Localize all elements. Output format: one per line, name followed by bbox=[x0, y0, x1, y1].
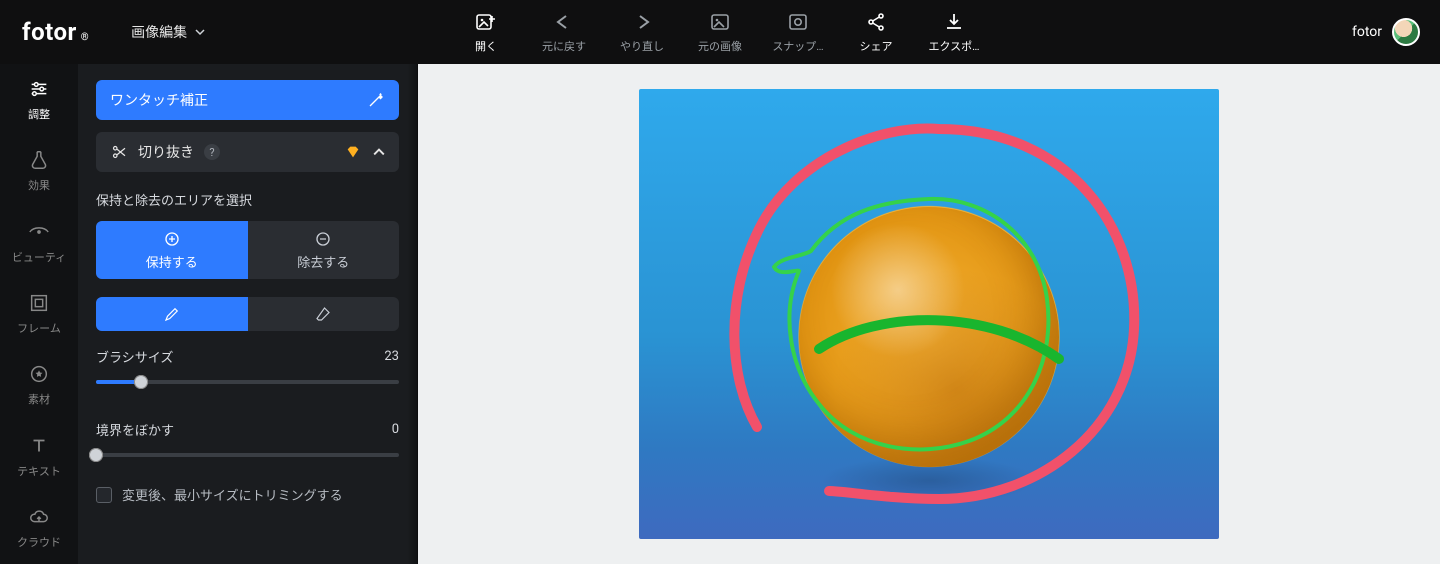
canvas-area[interactable] bbox=[418, 64, 1440, 564]
slider-thumb[interactable] bbox=[134, 375, 148, 389]
minus-circle-icon bbox=[314, 230, 332, 248]
original-image-icon bbox=[708, 10, 732, 34]
undo-icon bbox=[552, 10, 576, 34]
scissors-icon bbox=[110, 143, 128, 161]
chevron-up-icon bbox=[373, 146, 385, 158]
plus-circle-icon bbox=[163, 230, 181, 248]
original-label: 元の画像 bbox=[698, 38, 742, 54]
sliders-icon bbox=[28, 78, 50, 100]
adjust-panel: ワンタッチ補正 切り抜き ? 保持と除去のエリアを bbox=[78, 64, 418, 564]
mode-label: 画像編集 bbox=[131, 22, 187, 42]
redo-label: やり直し bbox=[620, 38, 664, 54]
cutout-label: 切り抜き bbox=[138, 142, 194, 162]
redo-icon bbox=[630, 10, 654, 34]
snapshot-label: スナップ… bbox=[772, 38, 823, 54]
brand-mark: ® bbox=[81, 32, 89, 43]
chevron-down-icon bbox=[195, 27, 205, 37]
rail-sticker[interactable]: 素材 bbox=[0, 350, 78, 421]
keep-label: 保持する bbox=[146, 252, 198, 271]
user-menu[interactable]: fotor bbox=[1352, 18, 1420, 46]
blur-label: 境界をぼかす bbox=[96, 420, 174, 439]
rail-cloud[interactable]: クラウド bbox=[0, 493, 78, 564]
avatar bbox=[1392, 18, 1420, 46]
top-tools: 開く 元に戻す やり直し 元の画像 スナップ… bbox=[456, 10, 984, 54]
star-badge-icon bbox=[28, 363, 50, 385]
brush-eraser-toggle bbox=[96, 297, 399, 331]
rail-effect-label: 効果 bbox=[28, 177, 50, 193]
help-icon[interactable]: ? bbox=[204, 144, 220, 160]
pencil-icon bbox=[163, 305, 181, 323]
brushsize-value: 23 bbox=[384, 349, 399, 364]
image-plus-icon bbox=[474, 10, 498, 34]
share-button[interactable]: シェア bbox=[846, 10, 906, 54]
cutout-section-header[interactable]: 切り抜き ? bbox=[96, 132, 399, 172]
export-button[interactable]: エクスポ… bbox=[924, 10, 984, 54]
open-button[interactable]: 開く bbox=[456, 10, 516, 54]
remove-button[interactable]: 除去する bbox=[248, 221, 400, 279]
brush-button[interactable] bbox=[96, 297, 248, 331]
download-icon bbox=[942, 10, 966, 34]
original-button[interactable]: 元の画像 bbox=[690, 10, 750, 54]
mode-selector[interactable]: 画像編集 bbox=[131, 22, 205, 42]
blur-value: 0 bbox=[392, 422, 399, 437]
undo-button[interactable]: 元に戻す bbox=[534, 10, 594, 54]
blur-slider[interactable] bbox=[96, 445, 399, 465]
slider-thumb[interactable] bbox=[89, 448, 103, 462]
share-label: シェア bbox=[860, 38, 893, 54]
brushsize-slider[interactable] bbox=[96, 372, 399, 392]
rail-cloud-label: クラウド bbox=[17, 534, 61, 550]
eraser-icon bbox=[314, 305, 332, 323]
magic-wand-icon bbox=[367, 91, 385, 109]
cloud-upload-icon bbox=[28, 506, 50, 528]
export-label: エクスポ… bbox=[928, 38, 979, 54]
brushsize-label: ブラシサイズ bbox=[96, 347, 173, 366]
rail-sticker-label: 素材 bbox=[28, 391, 50, 407]
rail-frame-label: フレーム bbox=[17, 320, 61, 336]
canvas-image[interactable] bbox=[639, 89, 1219, 539]
text-icon bbox=[28, 435, 50, 457]
brand-name: fotor bbox=[22, 18, 77, 46]
canvas-annotations bbox=[639, 89, 1219, 539]
left-rail: 調整 効果 ビューティ フレーム 素材 bbox=[0, 64, 78, 564]
rail-effect[interactable]: 効果 bbox=[0, 135, 78, 206]
onetouch-button[interactable]: ワンタッチ補正 bbox=[96, 80, 399, 120]
keep-remove-toggle: 保持する 除去する bbox=[96, 221, 399, 279]
section-title: 保持と除去のエリアを選択 bbox=[96, 190, 399, 209]
snapshot-button[interactable]: スナップ… bbox=[768, 10, 828, 54]
premium-diamond-icon bbox=[345, 144, 361, 160]
undo-label: 元に戻す bbox=[542, 38, 586, 54]
open-label: 開く bbox=[475, 38, 497, 54]
rail-beauty[interactable]: ビューティ bbox=[0, 207, 78, 278]
rail-text[interactable]: テキスト bbox=[0, 421, 78, 492]
brand-logo[interactable]: fotor ® bbox=[22, 18, 89, 46]
trim-checkbox-label: 変更後、最小サイズにトリミングする bbox=[122, 485, 343, 504]
frame-icon bbox=[28, 292, 50, 314]
trim-checkbox[interactable] bbox=[96, 487, 112, 503]
redo-button[interactable]: やり直し bbox=[612, 10, 672, 54]
onetouch-label: ワンタッチ補正 bbox=[110, 90, 208, 110]
user-name: fotor bbox=[1352, 24, 1382, 40]
flask-icon bbox=[28, 149, 50, 171]
keep-button[interactable]: 保持する bbox=[96, 221, 248, 279]
remove-label: 除去する bbox=[297, 252, 349, 271]
rail-adjust[interactable]: 調整 bbox=[0, 64, 78, 135]
eye-icon bbox=[28, 221, 50, 243]
rail-beauty-label: ビューティ bbox=[12, 249, 66, 265]
rail-frame[interactable]: フレーム bbox=[0, 278, 78, 349]
rail-adjust-label: 調整 bbox=[28, 106, 50, 122]
eraser-button[interactable] bbox=[248, 297, 400, 331]
camera-icon bbox=[786, 10, 810, 34]
slider-track bbox=[96, 453, 399, 457]
rail-text-label: テキスト bbox=[17, 463, 61, 479]
share-icon bbox=[864, 10, 888, 34]
